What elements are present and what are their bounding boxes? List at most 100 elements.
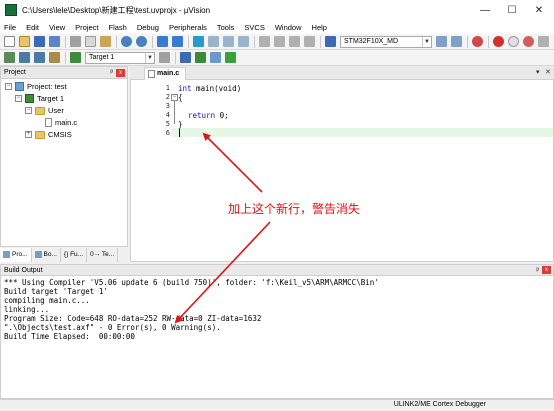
kill-breakpoints-icon[interactable]: [523, 36, 534, 47]
menu-debug[interactable]: Debug: [137, 23, 159, 32]
close-button[interactable]: ✕: [524, 0, 554, 20]
menu-tools[interactable]: Tools: [217, 23, 235, 32]
save-icon[interactable]: [34, 36, 45, 47]
build-icon[interactable]: [19, 52, 30, 63]
rebuild-icon[interactable]: [34, 52, 45, 63]
green-diamond-icon[interactable]: [195, 52, 206, 63]
bookmark-next-icon[interactable]: [223, 36, 234, 47]
menu-help[interactable]: Help: [312, 23, 327, 32]
project-panel-header: Project ᵖ x: [1, 67, 127, 79]
code-text: 0;: [215, 111, 229, 120]
expand-icon[interactable]: +: [25, 131, 32, 138]
collapse-icon[interactable]: −: [25, 107, 32, 114]
close-icon[interactable]: ✕: [545, 68, 551, 76]
zoom-icon[interactable]: [472, 36, 483, 47]
project-panel: Project ᵖ x − Project: test − Target 1 −…: [0, 66, 128, 262]
tree-item-project[interactable]: − Project: test: [5, 82, 67, 91]
tree-item-target[interactable]: − Target 1: [15, 94, 64, 103]
build-line: Build Time Elapsed: 00:00:00: [4, 332, 135, 341]
tab-main-c[interactable]: main.c: [144, 67, 186, 80]
disable-breakpoint-icon[interactable]: [508, 36, 519, 47]
code-line-4[interactable]: return 0;: [188, 111, 229, 120]
breakpoint-icon[interactable]: [493, 36, 504, 47]
code-line-2[interactable]: {: [178, 93, 183, 102]
uncomment-icon[interactable]: [304, 36, 315, 47]
tree-item-user[interactable]: − User: [25, 106, 64, 115]
code-line-5[interactable]: }: [178, 120, 183, 129]
menu-window[interactable]: Window: [275, 23, 302, 32]
menu-flash[interactable]: Flash: [109, 23, 127, 32]
code-line-1[interactable]: int main(void): [178, 84, 241, 93]
app-icon: [5, 4, 17, 16]
menu-peripherals[interactable]: Peripherals: [169, 23, 207, 32]
line-number: 5: [165, 120, 170, 128]
tab-templates[interactable]: 0→ Te...: [87, 247, 119, 262]
runtime-env-icon[interactable]: [225, 52, 236, 63]
menu-svcs[interactable]: SVCS: [244, 23, 264, 32]
pin-icon[interactable]: ᵖ: [536, 265, 539, 276]
build-line: *** Using Compiler 'V5.06 update 6 (buil…: [4, 278, 379, 287]
tab-functions[interactable]: {} Fu...: [61, 247, 88, 262]
menu-edit[interactable]: Edit: [26, 23, 39, 32]
minimize-button[interactable]: —: [470, 0, 500, 20]
bookmark-prev-icon[interactable]: [208, 36, 219, 47]
project-tabs: Pro... Bo... {} Fu... 0→ Te...: [0, 246, 128, 262]
nav-back-icon[interactable]: [157, 36, 168, 47]
tree-item-cmsis[interactable]: + CMSIS: [25, 130, 72, 139]
undo-icon[interactable]: [121, 36, 132, 47]
build-line: Program Size: Code=648 RO-data=252 RW-da…: [4, 314, 262, 323]
close-icon[interactable]: x: [116, 69, 125, 77]
line-number: 4: [165, 111, 170, 119]
find-in-files-icon[interactable]: [451, 36, 462, 47]
tab-project-label: Pro...: [12, 250, 28, 258]
paste-icon[interactable]: [100, 36, 111, 47]
bookmark-icon[interactable]: [193, 36, 204, 47]
target-combo[interactable]: Target 1 ▼: [85, 51, 155, 64]
copy-icon[interactable]: [85, 36, 96, 47]
nav-forward-icon[interactable]: [172, 36, 183, 47]
project-tab-icon: [3, 251, 10, 258]
translate-icon[interactable]: [4, 52, 15, 63]
fold-toggle-icon[interactable]: −: [171, 94, 178, 101]
bookmark-clear-icon[interactable]: [238, 36, 249, 47]
chevron-down-icon[interactable]: ▾: [536, 68, 540, 76]
maximize-button[interactable]: ☐: [497, 0, 527, 20]
menu-project[interactable]: Project: [75, 23, 98, 32]
menu-bar: File Edit View Project Flash Debug Perip…: [0, 20, 554, 34]
collapse-icon[interactable]: −: [15, 95, 22, 102]
tab-project[interactable]: Pro...: [0, 247, 32, 262]
window-title: C:\Users\lele\Desktop\新建工程\test.uvprojx …: [22, 5, 211, 15]
redo-icon[interactable]: [136, 36, 147, 47]
pin-icon[interactable]: ᵖ: [110, 67, 113, 79]
tab-books[interactable]: Bo...: [32, 247, 61, 262]
comment-icon[interactable]: [289, 36, 300, 47]
build-line: ".\Objects\test.axf" - 0 Error(s), 0 War…: [4, 323, 221, 332]
code-keyword: int: [178, 84, 192, 93]
tab-books-label: Bo...: [43, 250, 57, 258]
indent-icon[interactable]: [259, 36, 270, 47]
tree-label-project: Project: test: [27, 82, 67, 91]
annotation-text: 加上这个新行，警告消失: [228, 202, 361, 216]
tree-item-main-c[interactable]: main.c: [45, 118, 77, 127]
find-icon[interactable]: [436, 36, 447, 47]
pack-installer-icon[interactable]: [210, 52, 221, 63]
open-file-icon[interactable]: [19, 36, 30, 47]
menu-file[interactable]: File: [4, 23, 16, 32]
menu-view[interactable]: View: [49, 23, 65, 32]
manage-components-icon[interactable]: [180, 52, 191, 63]
editor-pane[interactable]: [130, 66, 554, 262]
text-caret: [179, 129, 180, 137]
tab-main-c-label: main.c: [157, 70, 180, 77]
device-icon: [325, 36, 336, 47]
file-icon: [148, 70, 155, 78]
close-icon[interactable]: x: [542, 266, 551, 274]
clear-breakpoints-icon[interactable]: [538, 36, 549, 47]
download-icon[interactable]: [49, 52, 60, 63]
target-options-icon[interactable]: [159, 52, 170, 63]
collapse-icon[interactable]: −: [5, 83, 12, 90]
unindent-icon[interactable]: [274, 36, 285, 47]
save-all-icon[interactable]: [49, 36, 60, 47]
new-file-icon[interactable]: [4, 36, 15, 47]
cut-icon[interactable]: [70, 36, 81, 47]
device-combo[interactable]: STM32F10X_MD ▼: [340, 35, 432, 48]
